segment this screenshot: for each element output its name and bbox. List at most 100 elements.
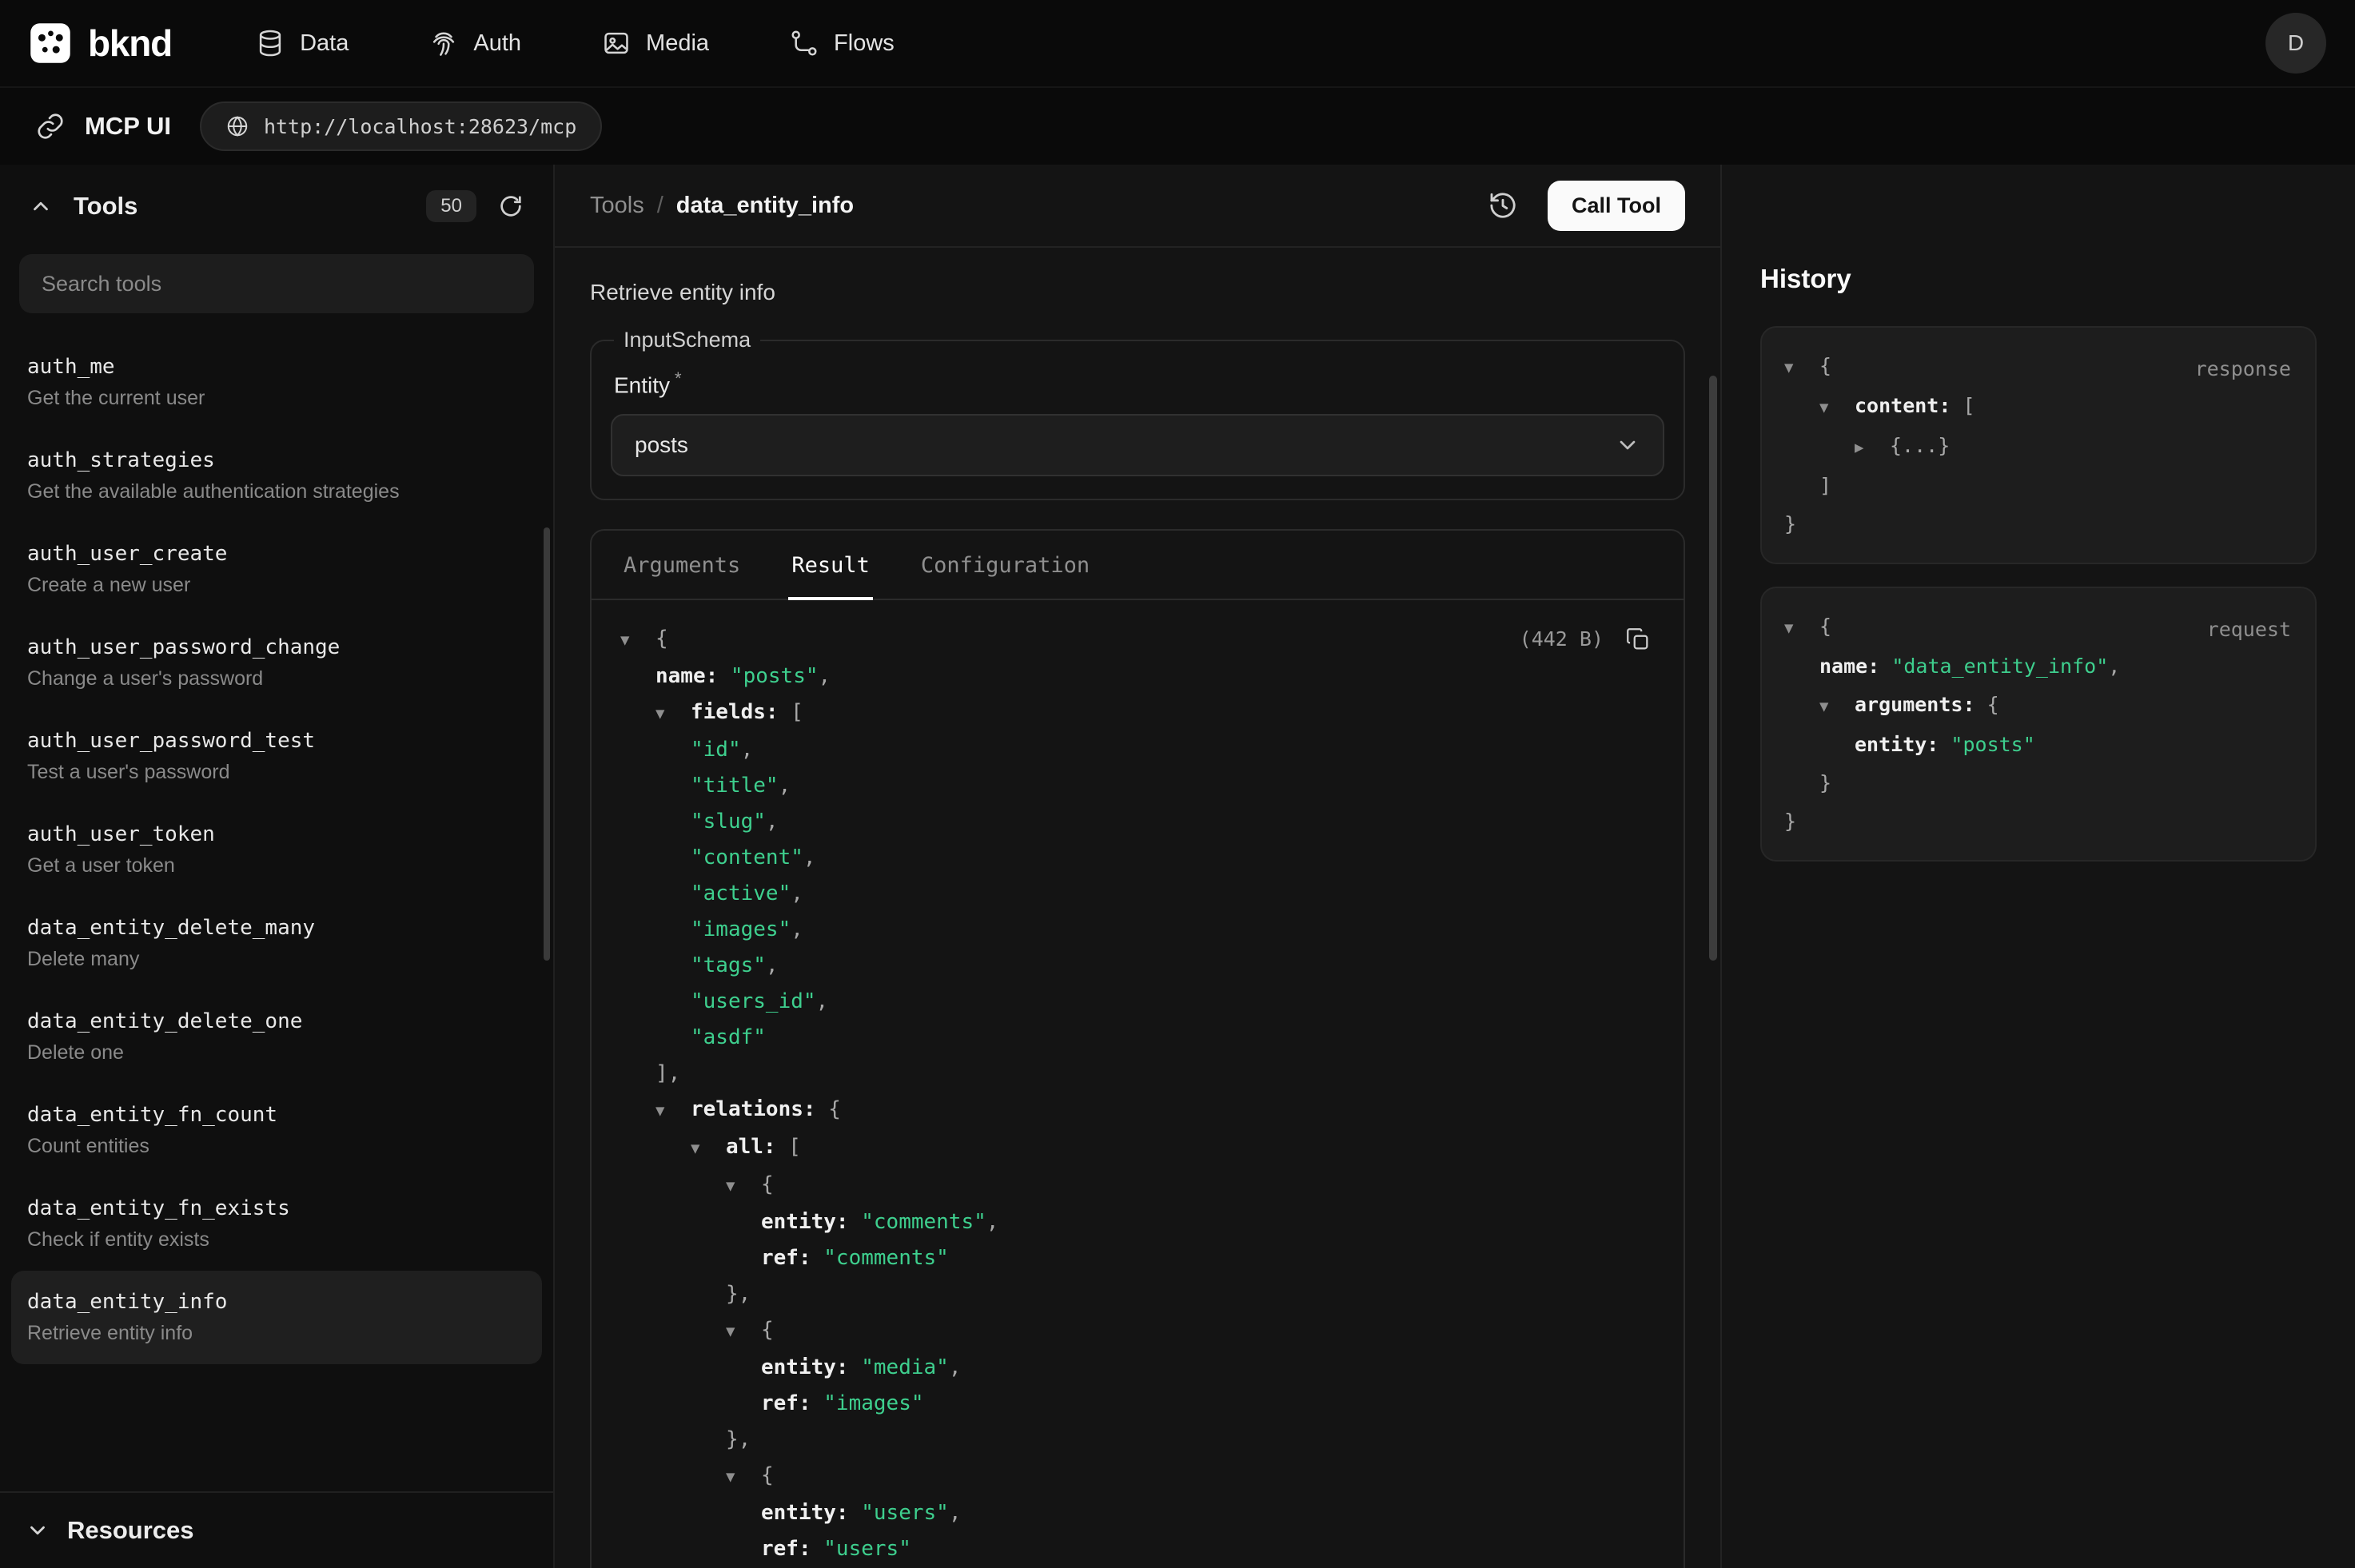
breadcrumb-current: data_entity_info (676, 193, 854, 219)
json-line: "images", (620, 912, 1655, 948)
json-line: ▶{...} (1784, 427, 2293, 467)
resources-section-title: Resources (67, 1516, 194, 1545)
search-input[interactable] (19, 254, 534, 313)
copy-icon[interactable] (1621, 623, 1655, 656)
tool-name: auth_user_token (27, 822, 526, 846)
json-punct: , (949, 1501, 962, 1525)
tool-list-item[interactable]: auth_user_password_testTest a user's pas… (11, 710, 542, 803)
mcp-title: MCP UI (85, 112, 171, 141)
tool-desc: Delete many (27, 948, 526, 971)
expanded-toggle-icon[interactable]: ▼ (655, 1093, 691, 1129)
expanded-toggle-icon[interactable]: ▼ (726, 1459, 761, 1495)
tool-list-item[interactable]: auth_user_tokenGet a user token (11, 803, 542, 897)
json-line: entity: "comments", (620, 1204, 1655, 1240)
json-punct: , (949, 1355, 962, 1379)
nav-item-auth[interactable]: Auth (428, 28, 521, 58)
sidebar-scrollbar[interactable] (544, 527, 550, 961)
main-scrollbar[interactable] (1709, 376, 1717, 961)
tabs: Arguments Result Configuration (592, 531, 1684, 600)
expanded-toggle-icon[interactable]: ▼ (726, 1168, 761, 1204)
brand[interactable]: bknd (29, 22, 172, 65)
tool-list-item[interactable]: auth_meGet the current user (11, 336, 542, 429)
tool-list-item[interactable]: data_entity_fn_existsCheck if entity exi… (11, 1177, 542, 1271)
entity-field-label: Entity* (614, 368, 1661, 398)
expanded-toggle-icon[interactable]: ▼ (1784, 348, 1819, 387)
expanded-toggle-icon[interactable]: ▼ (726, 1314, 761, 1350)
tool-list-item[interactable]: data_entity_fn_count Count entities (11, 1084, 542, 1177)
json-string: "users_id" (691, 989, 816, 1013)
expanded-toggle-icon[interactable]: ▼ (691, 1131, 726, 1167)
json-string: "id" (691, 738, 741, 762)
tool-desc: Count entities (27, 1135, 526, 1158)
tool-list-item[interactable]: auth_strategiesGet the available authent… (11, 429, 542, 523)
globe-icon (225, 114, 249, 138)
tool-list-item[interactable]: auth_user_password_changeChange a user's… (11, 616, 542, 710)
tab-result[interactable]: Result (788, 531, 873, 599)
chevron-up-icon[interactable] (26, 191, 56, 221)
tool-name: data_entity_delete_many (27, 916, 526, 940)
history-icon[interactable] (1484, 186, 1522, 225)
json-line: ▼arguments: { (1784, 686, 2293, 726)
expanded-toggle-icon[interactable]: ▼ (1819, 687, 1855, 726)
expanded-toggle-icon[interactable]: ▼ (1819, 388, 1855, 427)
tab-arguments[interactable]: Arguments (620, 531, 743, 599)
nav-item-flows[interactable]: Flows (789, 28, 895, 58)
nav-item-label: Data (300, 30, 349, 57)
json-punct: { (761, 1172, 774, 1196)
json-punct: }, (726, 1282, 751, 1306)
json-punct: , (986, 1210, 999, 1234)
nav-item-media[interactable]: Media (601, 28, 709, 58)
database-icon (255, 28, 285, 58)
mcp-url-pill[interactable]: http://localhost:28623/mcp (200, 101, 602, 151)
breadcrumb-parent[interactable]: Tools (590, 193, 644, 219)
tool-list-item[interactable]: data_entity_infoRetrieve entity info (11, 1271, 542, 1364)
tools-count-badge: 50 (426, 190, 476, 222)
nav-item-data[interactable]: Data (255, 28, 349, 58)
json-key: entity: (761, 1210, 849, 1234)
call-tool-button[interactable]: Call Tool (1548, 181, 1685, 231)
history-entry-request[interactable]: request ▼{name: "data_entity_info",▼argu… (1760, 587, 2317, 862)
collapsed-toggle-icon[interactable]: ▶ (1855, 428, 1890, 467)
tool-name: data_entity_fn_exists (27, 1196, 526, 1220)
main-panel: Tools / data_entity_info Call Tool Retri… (555, 165, 1720, 1568)
tool-list-item[interactable]: auth_user_createCreate a new user (11, 523, 542, 616)
json-punct: } (1819, 771, 1831, 794)
user-avatar[interactable]: D (2265, 13, 2326, 74)
json-punct: [ (779, 700, 803, 724)
json-line: ▼{ (620, 1167, 1655, 1204)
json-line: entity: "media", (620, 1350, 1655, 1386)
json-string: "media" (849, 1355, 949, 1379)
json-string: "data_entity_info" (1879, 655, 2108, 678)
tools-section-header: Tools 50 (0, 165, 553, 248)
tool-name: data_entity_fn_count (27, 1103, 526, 1127)
json-line: "slug", (620, 804, 1655, 840)
entity-select[interactable]: posts (611, 414, 1664, 476)
expanded-toggle-icon[interactable]: ▼ (1784, 609, 1819, 647)
json-line: name: "posts", (620, 659, 1655, 694)
json-line: ▼content: [ (1784, 387, 2293, 427)
json-punct: } (1784, 810, 1796, 833)
history-entry-type: request (2207, 611, 2291, 649)
tab-configuration[interactable]: Configuration (918, 531, 1093, 599)
tool-name: data_entity_info (27, 1290, 526, 1314)
json-string: "posts" (1939, 733, 2034, 756)
expanded-toggle-icon[interactable]: ▼ (620, 623, 655, 659)
top-navigation: bknd Data Auth Media Flows D (0, 0, 2355, 86)
refresh-icon[interactable] (494, 189, 528, 223)
resources-section-header[interactable]: Resources (0, 1491, 553, 1568)
tool-desc: Change a user's password (27, 667, 526, 690)
json-punct: , (816, 989, 829, 1013)
nav-item-label: Auth (473, 30, 521, 57)
result-json-view: (442 B) ▼{name: "posts",▼fields: ["id","… (592, 600, 1684, 1568)
header-actions: Call Tool (1484, 181, 1685, 231)
json-punct: , (791, 882, 803, 905)
expanded-toggle-icon[interactable]: ▼ (655, 696, 691, 732)
history-entry-response[interactable]: response ▼{▼content: [▶{...}]} (1760, 326, 2317, 564)
nav-item-label: Flows (834, 30, 895, 57)
json-key: ref: (761, 1537, 811, 1561)
tool-desc: Get the available authentication strateg… (27, 480, 526, 503)
tool-list-item[interactable]: data_entity_delete_oneDelete one (11, 990, 542, 1084)
history-entry-type: response (2195, 350, 2291, 388)
json-line: ], (620, 1056, 1655, 1092)
tool-list-item[interactable]: data_entity_delete_many Delete many (11, 897, 542, 990)
